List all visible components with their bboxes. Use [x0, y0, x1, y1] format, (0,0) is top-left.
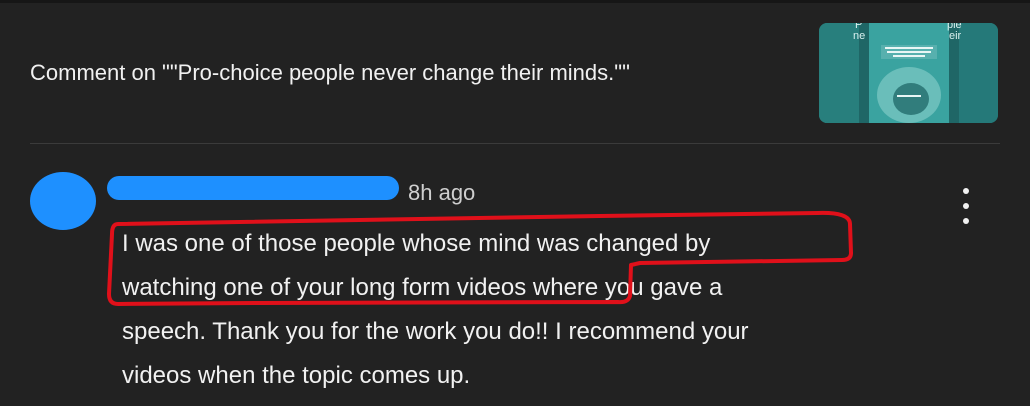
comment-line: videos when the topic comes up.	[122, 362, 471, 389]
comment-line: watching one of your long form videos wh…	[122, 274, 723, 301]
top-border	[0, 0, 1030, 3]
avatar[interactable]	[30, 172, 96, 230]
thumbnail-graphic	[819, 23, 998, 123]
menu-dot	[963, 203, 969, 209]
divider	[30, 143, 1000, 144]
comment-line: speech. Thank you for the work you do!! …	[122, 318, 749, 345]
comment-screen: Comment on ""Pro-choice people never cha…	[0, 0, 1030, 406]
video-thumbnail[interactable]: P ple ne eir	[819, 23, 998, 123]
thumbnail-text-right: eir	[949, 30, 962, 42]
comment-body: I was one of those people whose mind was…	[122, 222, 922, 398]
menu-dot	[963, 188, 969, 194]
video-comment-title: Comment on ""Pro-choice people never cha…	[30, 60, 630, 85]
more-vert-icon[interactable]	[952, 186, 980, 226]
comment-timestamp: 8h ago	[408, 180, 476, 205]
comment-line: I was one of those people whose mind was…	[122, 230, 711, 257]
thumbnail-text-left: ne	[853, 30, 866, 42]
username-redaction	[107, 176, 399, 200]
menu-dot	[963, 218, 969, 224]
